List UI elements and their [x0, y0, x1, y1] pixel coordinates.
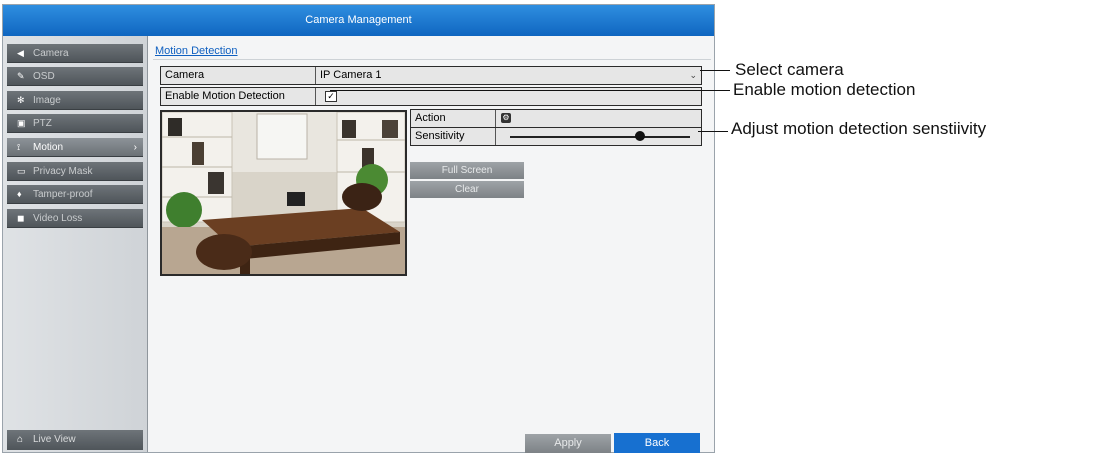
sensitivity-slider[interactable] [496, 128, 701, 145]
camera-label: Camera [161, 67, 316, 84]
tamper-proof-icon: ♦ [17, 189, 22, 199]
sidebar-item-label: Video Loss [33, 213, 83, 224]
callout-line-enable-motion [330, 90, 730, 91]
callout-adjust-sensitivity: Adjust motion detection senstiivity [731, 119, 987, 138]
sidebar-item-tamper-proof[interactable]: ♦ Tamper-proof [7, 185, 143, 204]
home-icon: ⌂ [17, 434, 24, 445]
callout-line-select-camera [700, 70, 730, 71]
section-title[interactable]: Motion Detection [155, 45, 238, 57]
image-icon: ✻ [17, 95, 25, 105]
live-view-label: Live View [33, 434, 76, 445]
sidebar-item-label: Motion [33, 142, 64, 153]
office-scene-image [162, 112, 405, 274]
sidebar-item-camera[interactable]: ◀ Camera [7, 44, 143, 63]
sidebar-item-label: OSD [33, 71, 55, 82]
sidebar-item-label: PTZ [33, 118, 52, 129]
callout-line-adjust-sensitivity [698, 131, 728, 132]
live-view-button[interactable]: ⌂ Live View [7, 430, 143, 450]
sidebar-item-label: Tamper-proof [33, 189, 93, 200]
motion-icon: ⟟ [17, 142, 21, 152]
sidebar-item-motion[interactable]: ⟟ Motion › [7, 138, 143, 157]
apply-button[interactable]: Apply [525, 434, 611, 453]
privacy-mask-icon: ▭ [17, 166, 26, 176]
sidebar-item-video-loss[interactable]: ◼ Video Loss [7, 209, 143, 228]
main-content: Motion Detection Camera IP Camera 1 ⌄ En… [148, 36, 714, 453]
enable-motion-label: Enable Motion Detection [161, 88, 316, 105]
callout-enable-motion: Enable motion detection [733, 80, 916, 99]
divider [153, 59, 711, 60]
sidebar-item-privacy-mask[interactable]: ▭ Privacy Mask [7, 162, 143, 181]
camera-management-window: Camera Management ◀ Camera ✎ OSD ✻ Image… [2, 4, 715, 453]
camera-preview[interactable] [160, 110, 407, 276]
osd-icon: ✎ [17, 71, 25, 81]
camera-row: Camera IP Camera 1 ⌄ [160, 66, 702, 85]
window-title: Camera Management [3, 5, 714, 36]
full-screen-button[interactable]: Full Screen [410, 162, 524, 179]
sensitivity-row: Sensitivity [410, 127, 702, 146]
slider-thumb[interactable] [634, 131, 645, 141]
sidebar-item-ptz[interactable]: ▣ PTZ [7, 114, 143, 133]
ptz-icon: ▣ [17, 118, 26, 128]
camera-select[interactable]: IP Camera 1 ⌄ [316, 67, 701, 84]
video-loss-icon: ◼ [17, 213, 25, 223]
sidebar-item-label: Camera [33, 48, 69, 59]
chevron-down-icon: ⌄ [689, 70, 697, 80]
action-label: Action [411, 110, 496, 127]
sensitivity-label: Sensitivity [411, 128, 496, 145]
back-button[interactable]: Back [614, 433, 700, 453]
sidebar-item-label: Privacy Mask [33, 166, 93, 177]
gear-icon[interactable]: ⚙ [501, 113, 511, 123]
camera-icon: ◀ [17, 48, 24, 58]
callout-select-camera: Select camera [735, 60, 844, 79]
slider-track [510, 136, 690, 138]
sidebar-item-osd[interactable]: ✎ OSD [7, 67, 143, 86]
sidebar-item-image[interactable]: ✻ Image [7, 91, 143, 110]
enable-motion-checkbox[interactable]: ✓ [325, 91, 337, 102]
sidebar: ◀ Camera ✎ OSD ✻ Image ▣ PTZ ⟟ Motion › … [3, 36, 148, 452]
clear-button[interactable]: Clear [410, 181, 524, 198]
camera-select-value: IP Camera 1 [320, 69, 382, 81]
action-row: Action ⚙ [410, 109, 702, 128]
action-cell: ⚙ [496, 110, 701, 127]
sidebar-item-label: Image [33, 95, 61, 106]
chevron-right-icon: › [133, 142, 137, 153]
